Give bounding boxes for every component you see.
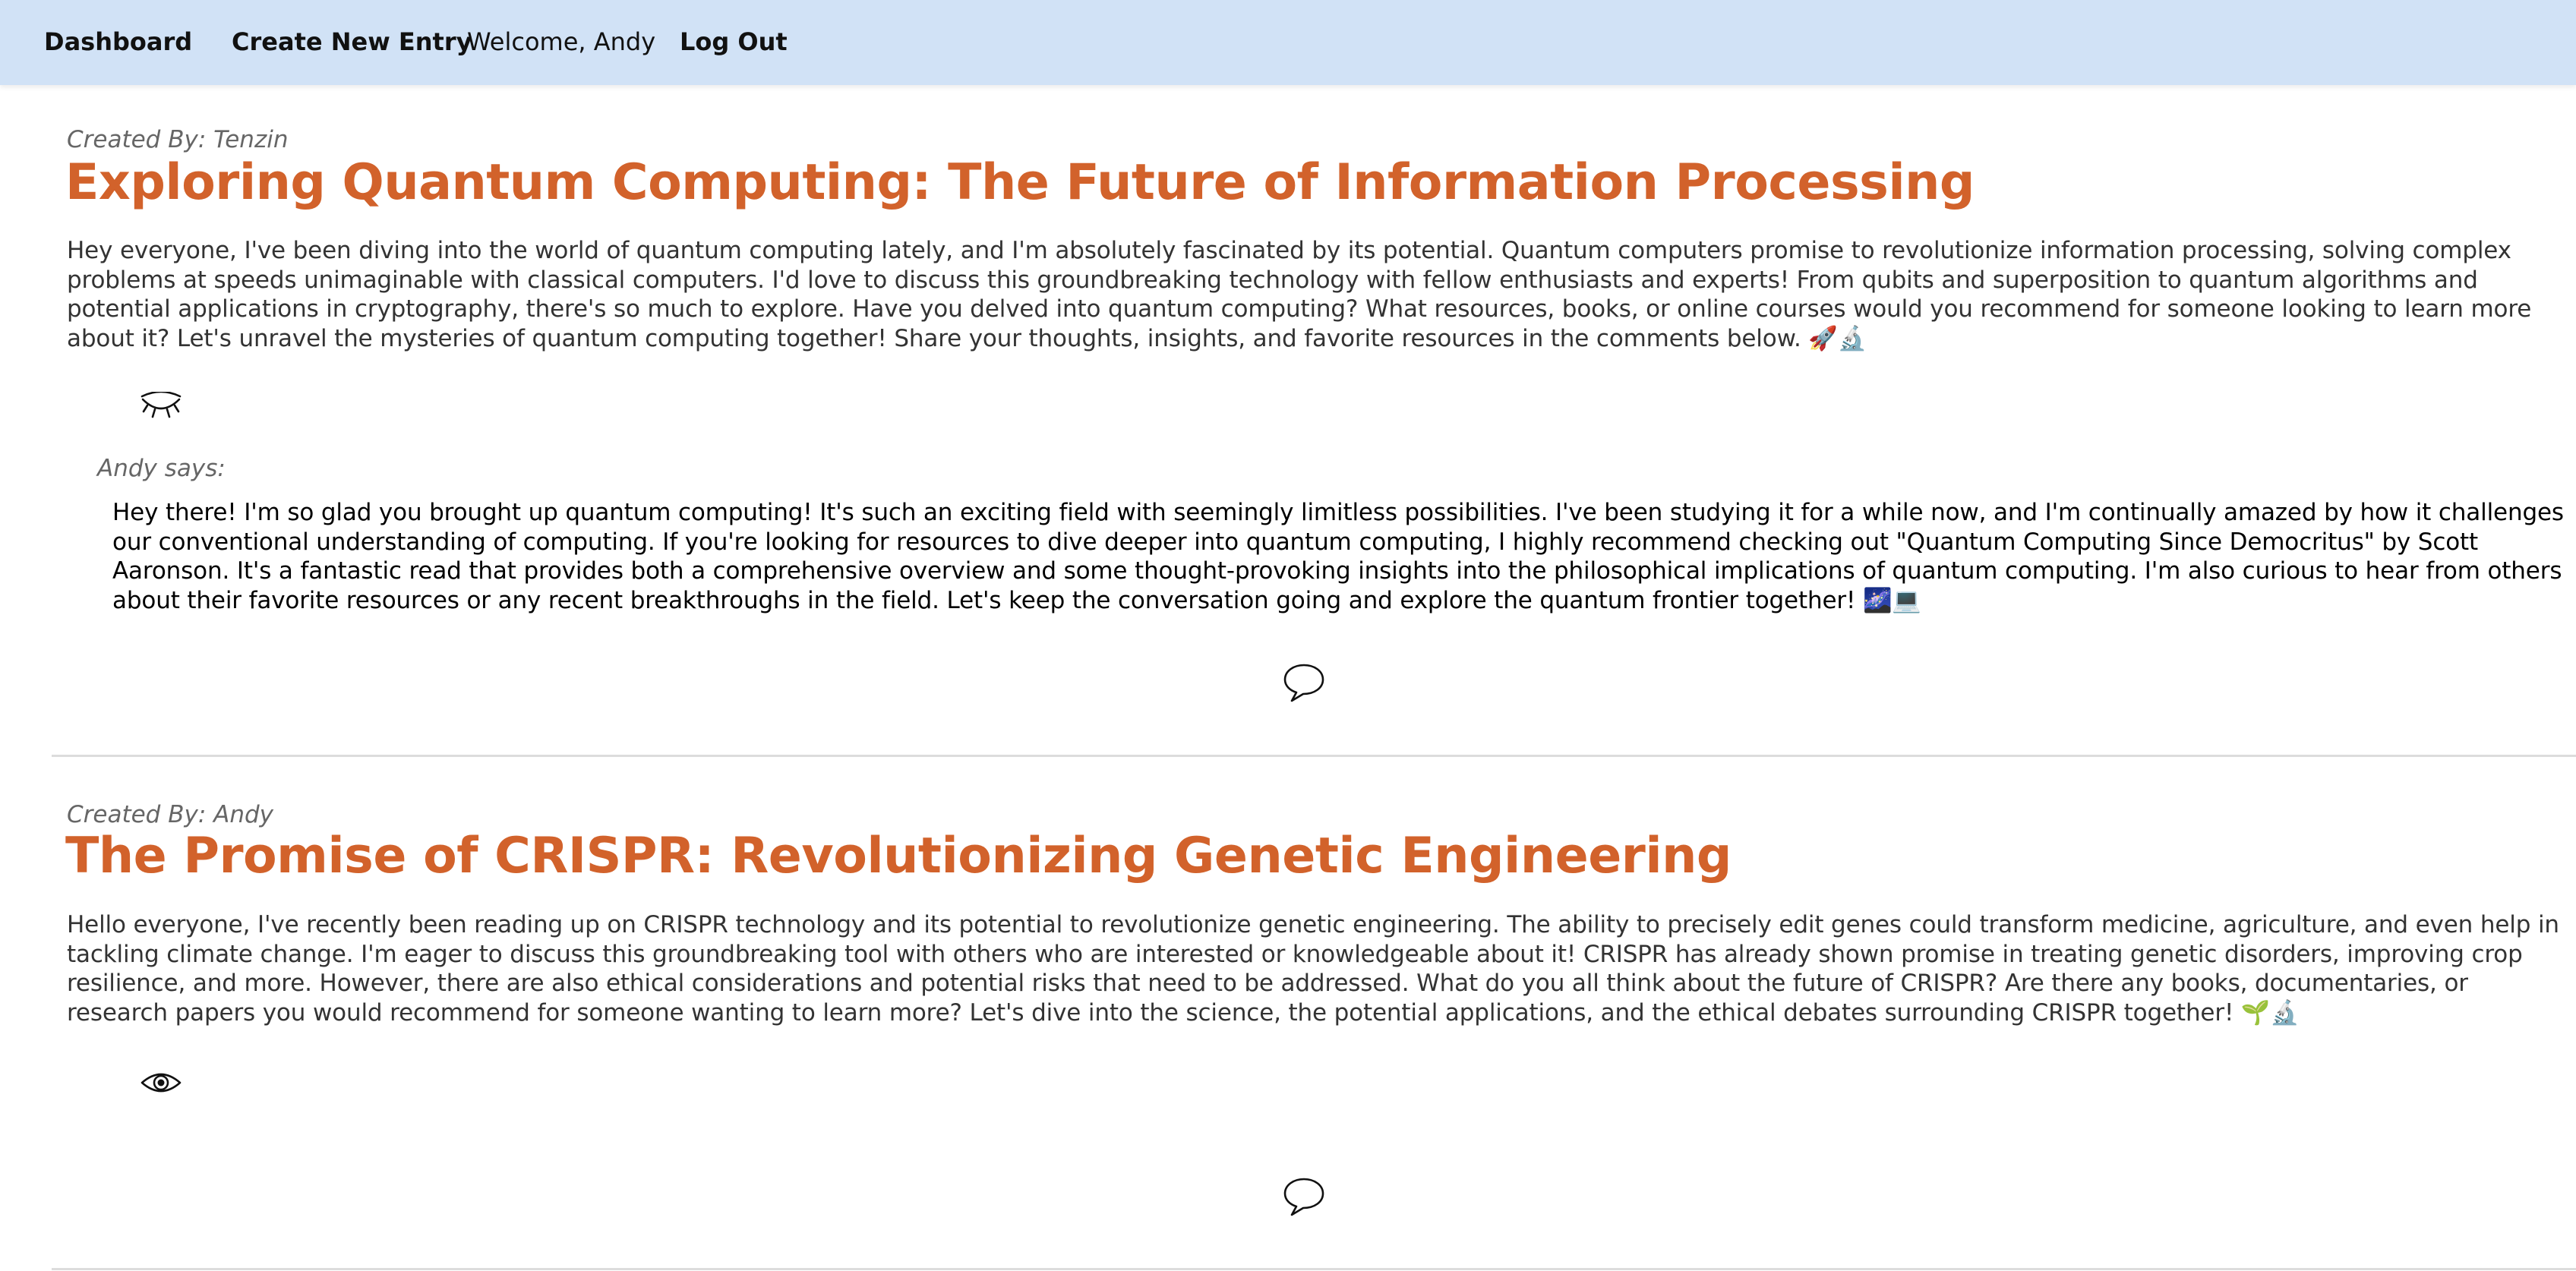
nav-welcome-text: Welcome, Andy [467,27,656,56]
eye-closed-icon[interactable] [140,392,182,422]
nav-create-entry-link[interactable]: Create New Entry [232,27,472,56]
post-body: Hello everyone, I've recently been readi… [67,911,2559,1027]
speech-bubble-icon[interactable] [1282,662,1326,703]
post-author: Created By: Tenzin [67,126,289,153]
nav-dashboard-link[interactable]: Dashboard [44,27,192,56]
top-navbar: Dashboard Create New Entry Welcome, Andy… [0,0,2576,85]
comment-text: Hey there! I'm so glad you brought up qu… [112,499,2564,614]
speech-bubble-icon[interactable] [1282,1176,1326,1217]
post-author: Created By: Andy [67,801,274,828]
post-divider [52,1268,2576,1270]
post-title[interactable]: The Promise of CRISPR: Revolutionizing G… [65,827,1732,886]
post-body: Hey everyone, I've been diving into the … [67,237,2532,352]
eye-open-icon[interactable] [140,1068,182,1098]
nav-logout-link[interactable]: Log Out [680,27,788,56]
comment-author: Andy says: [97,455,226,482]
post-divider [52,755,2576,757]
post-title[interactable]: Exploring Quantum Computing: The Future … [65,153,1975,213]
